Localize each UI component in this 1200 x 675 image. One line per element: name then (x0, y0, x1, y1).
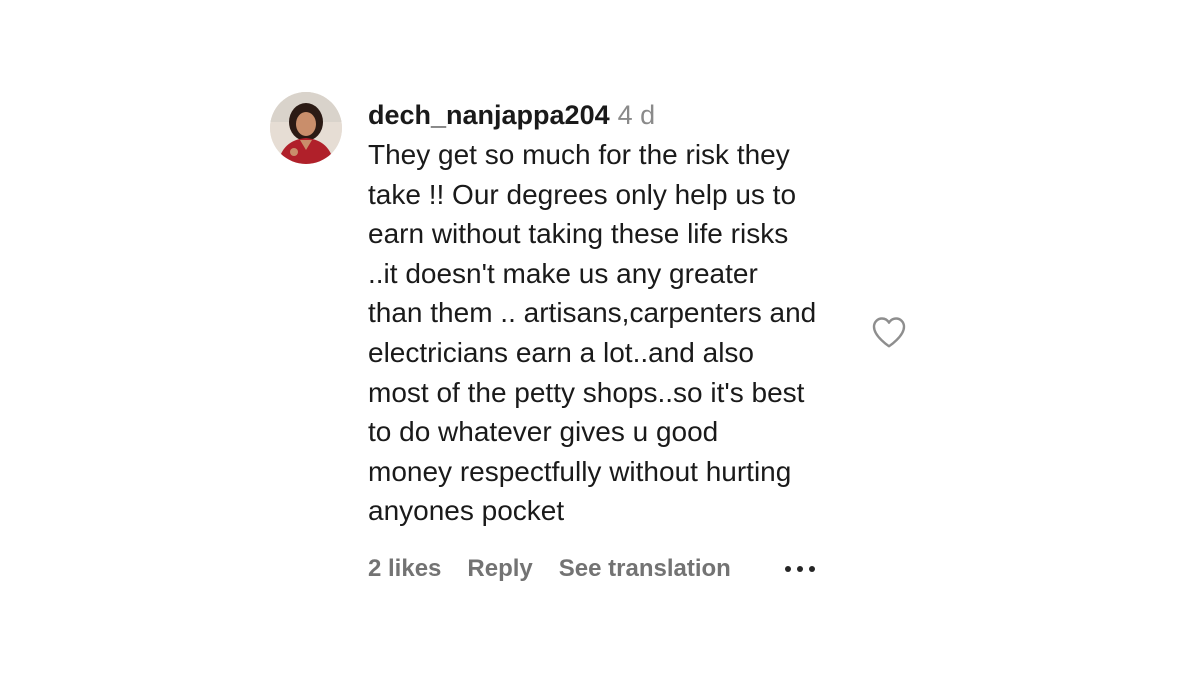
comment-body: dech_nanjappa204 4 d They get so much for… (368, 96, 868, 585)
more-options-icon[interactable] (784, 565, 815, 572)
comment-timestamp: 4 d (617, 100, 656, 130)
see-translation-button[interactable]: See translation (559, 553, 731, 585)
more-dot (784, 565, 791, 572)
more-dot (808, 565, 815, 572)
username-link[interactable]: dech_nanjappa204 (368, 100, 610, 130)
like-heart-icon[interactable] (871, 315, 907, 349)
avatar[interactable] (270, 92, 342, 164)
likes-count[interactable]: 2 likes (368, 553, 441, 585)
comment-text: They get so much for the risk they take … (368, 139, 817, 527)
reply-button[interactable]: Reply (467, 553, 532, 585)
more-dot (796, 565, 803, 572)
comment-actions: 2 likes Reply See translation (368, 553, 868, 585)
comment-header: dech_nanjappa204 4 d (368, 96, 868, 134)
